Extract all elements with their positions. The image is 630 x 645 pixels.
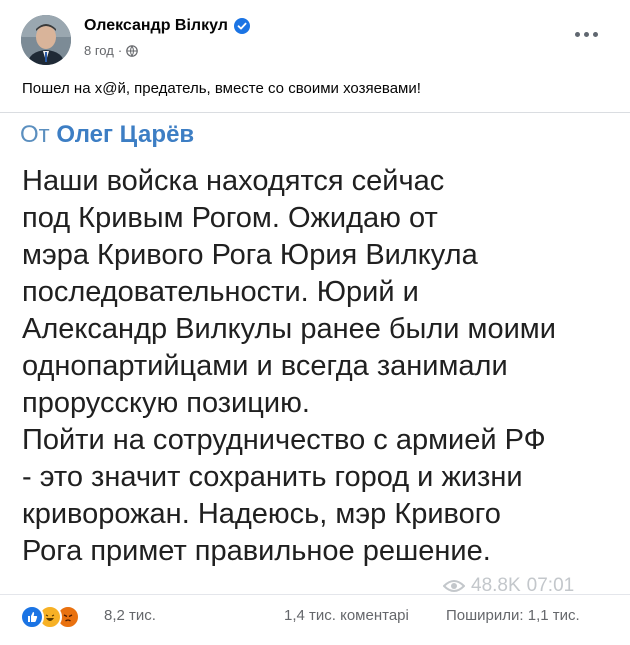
from-prefix: От <box>20 121 50 148</box>
more-options-button[interactable] <box>568 24 604 44</box>
post-image[interactable]: От Олег Царёв Наши войска находятся сейч… <box>0 112 630 595</box>
post-caption: Пошел на х@й, предатель, вместе со своим… <box>22 80 421 97</box>
avatar-photo <box>21 15 71 65</box>
post-meta: 8 год · <box>84 43 138 58</box>
post-header: Олександр Вілкул 8 год · <box>0 0 630 76</box>
comment-count[interactable]: 1,4 тис. коментарі <box>284 607 409 624</box>
author-avatar[interactable] <box>21 15 71 65</box>
more-dot-icon <box>583 31 589 37</box>
more-dot-icon <box>592 31 598 37</box>
telegram-message-text: Наши войска находятся сейчас под Кривым … <box>22 165 556 567</box>
from-name: Олег Царёв <box>56 121 195 148</box>
view-count: 48.8K <box>471 575 521 595</box>
reaction-count[interactable]: 8,2 тис. <box>104 607 156 624</box>
reaction-icons[interactable] <box>20 605 80 629</box>
author-name-row: Олександр Вілкул <box>84 17 250 35</box>
like-icon <box>20 605 44 629</box>
telegram-forward-header: От Олег Царёв <box>20 121 194 149</box>
message-meta: 48.8K 07:01 <box>443 575 574 595</box>
verified-badge-icon <box>233 18 250 34</box>
more-dot-icon <box>574 31 580 37</box>
eye-icon <box>443 580 465 592</box>
share-count[interactable]: Поширили: 1,1 тис. <box>446 607 580 624</box>
post-timestamp[interactable]: 8 год <box>84 43 114 58</box>
post-footer: 8,2 тис. 1,4 тис. коментарі Поширили: 1,… <box>0 594 630 645</box>
meta-separator: · <box>117 43 123 58</box>
globe-icon <box>126 44 138 57</box>
facebook-post: Олександр Вілкул 8 год · Пошел на х@й, п… <box>0 0 630 644</box>
author-name[interactable]: Олександр Вілкул <box>84 17 228 35</box>
message-time: 07:01 <box>526 575 575 595</box>
